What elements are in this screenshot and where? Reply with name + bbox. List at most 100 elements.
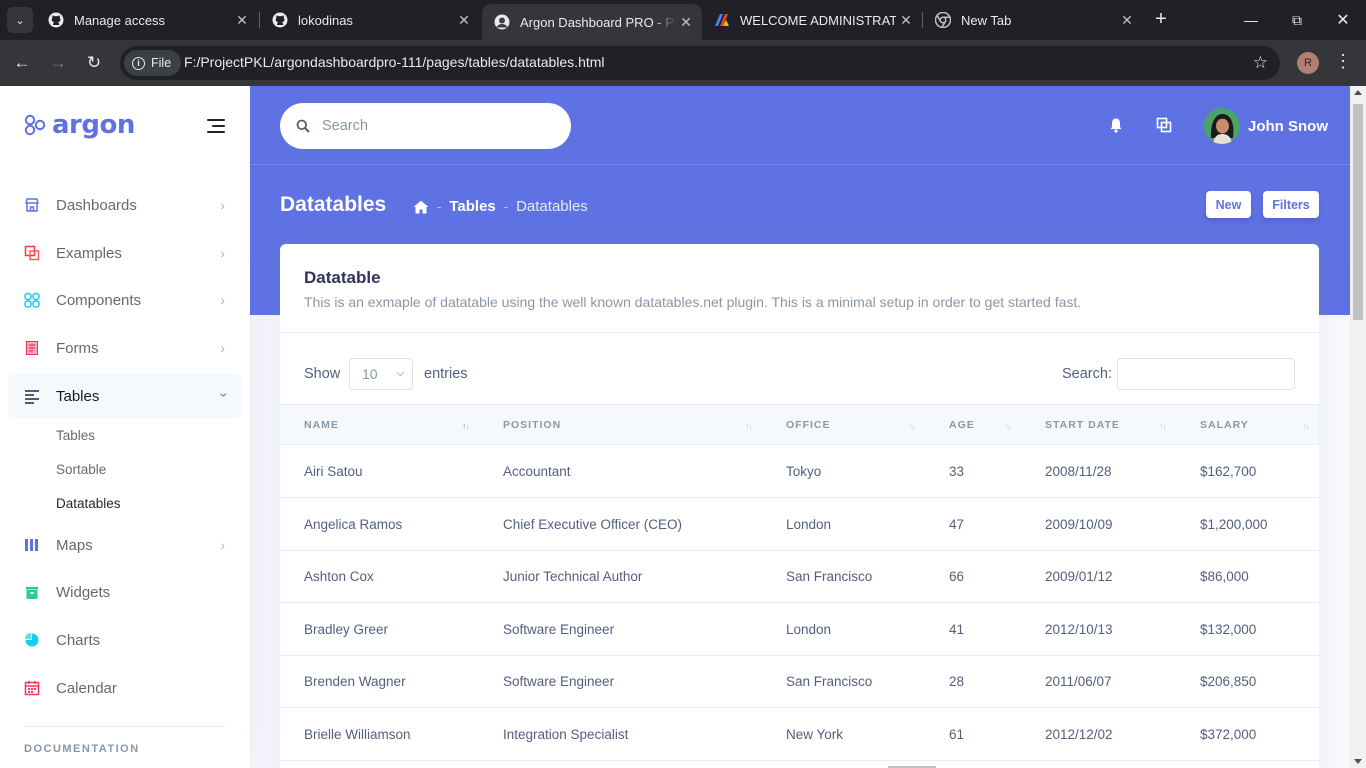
avatar[interactable] xyxy=(1204,108,1240,144)
filters-button[interactable]: Filters xyxy=(1263,191,1319,218)
cell-start-date: 2009/10/09 xyxy=(1045,517,1113,532)
column-header-position[interactable]: POSITION xyxy=(503,419,561,431)
cell-salary: $162,700 xyxy=(1200,464,1257,479)
argon-avatar-icon xyxy=(494,14,510,30)
cell-office: San Francisco xyxy=(786,674,873,689)
scroll-up-icon[interactable] xyxy=(1354,90,1362,95)
cell-age: 28 xyxy=(949,674,965,689)
sidebar-subitem-tables[interactable]: Tables xyxy=(56,428,95,443)
brand-logo[interactable]: argon xyxy=(24,110,135,140)
sidebar-item-label: Widgets xyxy=(56,583,111,601)
app-logo-icon xyxy=(714,12,730,28)
cell-name: Airi Satou xyxy=(304,464,363,479)
page-scrollbar[interactable] xyxy=(1350,86,1366,768)
bookmark-star-icon[interactable]: ☆ xyxy=(1253,53,1268,73)
show-label: Show xyxy=(304,366,341,382)
align-left-icon xyxy=(24,388,40,404)
table-row[interactable]: Airi Satou Accountant Tokyo 33 2008/11/28 $16… xyxy=(280,445,1319,498)
topnav-divider xyxy=(250,164,1350,165)
column-header-salary[interactable]: SALARY xyxy=(1200,419,1249,431)
sort-icon[interactable]: ↑↓ xyxy=(1159,421,1167,431)
sidebar-item-tables[interactable]: Tables › xyxy=(8,373,241,419)
minimize-icon[interactable]: — xyxy=(1228,0,1274,40)
browser-tab-manage-access[interactable]: Manage access ✕ xyxy=(36,0,258,40)
breadcrumb-item-tables[interactable]: Tables xyxy=(449,198,495,215)
sidebar-item-examples[interactable]: Examples › xyxy=(8,230,241,276)
close-icon[interactable]: ✕ xyxy=(896,12,916,29)
table-row[interactable]: Angelica Ramos Chief Executive Officer (C… xyxy=(280,498,1319,551)
home-icon[interactable] xyxy=(413,200,429,214)
sidebar-item-maps[interactable]: Maps › xyxy=(8,522,241,568)
table-header: NAME ↑↓ POSITION ↑↓ OFFICE ↑↓ AGE ↑↓ STA… xyxy=(280,404,1319,445)
table-row[interactable]: Brenden Wagner Software Engineer San Franc… xyxy=(280,655,1319,708)
table-row[interactable]: Ashton Cox Junior Technical Author San Fra… xyxy=(280,550,1319,603)
table-row[interactable]: Brielle Williamson Integration Specialist… xyxy=(280,708,1319,761)
entries-select[interactable]: 10 ⌵ xyxy=(349,358,413,390)
chart-pie-icon xyxy=(24,632,40,648)
chevron-right-icon: › xyxy=(220,537,225,553)
sort-asc-icon[interactable]: ↑↓ xyxy=(462,421,470,431)
sidenav-toggle-icon[interactable] xyxy=(207,119,225,137)
cell-age: 47 xyxy=(949,517,965,532)
profile-avatar[interactable]: R xyxy=(1297,52,1319,74)
sidebar-item-components[interactable]: Components › xyxy=(8,277,241,323)
cell-salary: $132,000 xyxy=(1200,622,1257,637)
reload-icon[interactable]: ↻ xyxy=(83,52,105,74)
argon-logo-icon xyxy=(24,114,46,136)
browser-tab-new-tab[interactable]: New Tab ✕ xyxy=(923,0,1143,40)
column-header-name[interactable]: NAME xyxy=(304,419,339,431)
cell-age: 61 xyxy=(949,727,965,742)
browser-tab-welcome-admin[interactable]: WELCOME ADMINISTRATOR ✕ xyxy=(702,0,922,40)
cell-office: New York xyxy=(786,727,844,742)
sort-icon[interactable]: ↑↓ xyxy=(745,421,753,431)
new-button[interactable]: New xyxy=(1206,191,1251,218)
cell-start-date: 2012/12/02 xyxy=(1045,727,1113,742)
sort-icon[interactable]: ↑↓ xyxy=(1004,421,1012,431)
sidebar-item-widgets[interactable]: Widgets xyxy=(8,569,241,615)
search-placeholder: Search xyxy=(322,118,368,134)
browser-tab-lokodinas[interactable]: lokodinas ✕ xyxy=(260,0,480,40)
back-icon[interactable]: ← xyxy=(11,52,33,74)
sidebar-item-forms[interactable]: Forms › xyxy=(8,325,241,371)
column-header-age[interactable]: AGE xyxy=(949,419,975,431)
sidebar-item-calendar[interactable]: Calendar xyxy=(8,665,241,711)
cell-position: Software Engineer xyxy=(503,674,615,689)
page-title: Datatables xyxy=(280,193,387,216)
map-big-icon xyxy=(24,537,40,553)
column-header-start-date[interactable]: START DATE xyxy=(1045,419,1120,431)
cell-name: Brenden Wagner xyxy=(304,674,406,689)
new-tab-button[interactable]: + xyxy=(1150,8,1172,32)
table-row[interactable]: Bradley Greer Software Engineer London 41 20… xyxy=(280,603,1319,656)
sort-icon[interactable]: ↑↓ xyxy=(1302,421,1310,431)
ungroup-icon xyxy=(24,245,40,261)
close-icon[interactable]: ✕ xyxy=(1117,12,1137,29)
scroll-thumb[interactable] xyxy=(1353,104,1363,320)
scroll-down-icon[interactable] xyxy=(1354,759,1362,764)
brand-name: argon xyxy=(52,110,135,140)
close-icon[interactable]: ✕ xyxy=(454,12,474,29)
sidebar-item-charts[interactable]: Charts xyxy=(8,617,241,663)
user-name[interactable]: John Snow xyxy=(1248,118,1328,135)
search-input[interactable]: Search xyxy=(280,103,571,149)
browser-menu-icon[interactable]: ⋮ xyxy=(1334,51,1352,72)
forward-icon[interactable]: → xyxy=(47,52,69,74)
window-close-icon[interactable]: ✕ xyxy=(1320,0,1366,40)
close-icon[interactable]: ✕ xyxy=(232,12,252,29)
table-search-input[interactable] xyxy=(1117,358,1295,390)
url-text[interactable]: F:/ProjectPKL/argondashboardpro-111/page… xyxy=(184,54,605,70)
browser-tab-argon-dashboard[interactable]: Argon Dashboard PRO - Pre ✕ xyxy=(482,4,702,40)
column-header-office[interactable]: OFFICE xyxy=(786,419,831,431)
bell-icon[interactable] xyxy=(1108,117,1124,133)
restore-icon[interactable]: ⧉ xyxy=(1274,0,1320,40)
site-info-chip[interactable]: i File xyxy=(124,50,182,76)
sidebar-item-dashboards[interactable]: Dashboards › xyxy=(8,182,241,228)
close-icon[interactable]: ✕ xyxy=(676,14,696,31)
ungroup-icon[interactable] xyxy=(1156,117,1172,133)
cell-position: Accountant xyxy=(503,464,571,479)
sidebar-subitem-sortable[interactable]: Sortable xyxy=(56,462,106,477)
sidebar-subitem-datatables[interactable]: Datatables xyxy=(56,496,121,511)
address-bar[interactable]: i File F:/ProjectPKL/argondashboardpro-1… xyxy=(120,46,1280,80)
tab-search-button[interactable]: ⌄ xyxy=(7,7,33,33)
chrome-icon xyxy=(935,12,951,28)
sort-icon[interactable]: ↑↓ xyxy=(908,421,916,431)
